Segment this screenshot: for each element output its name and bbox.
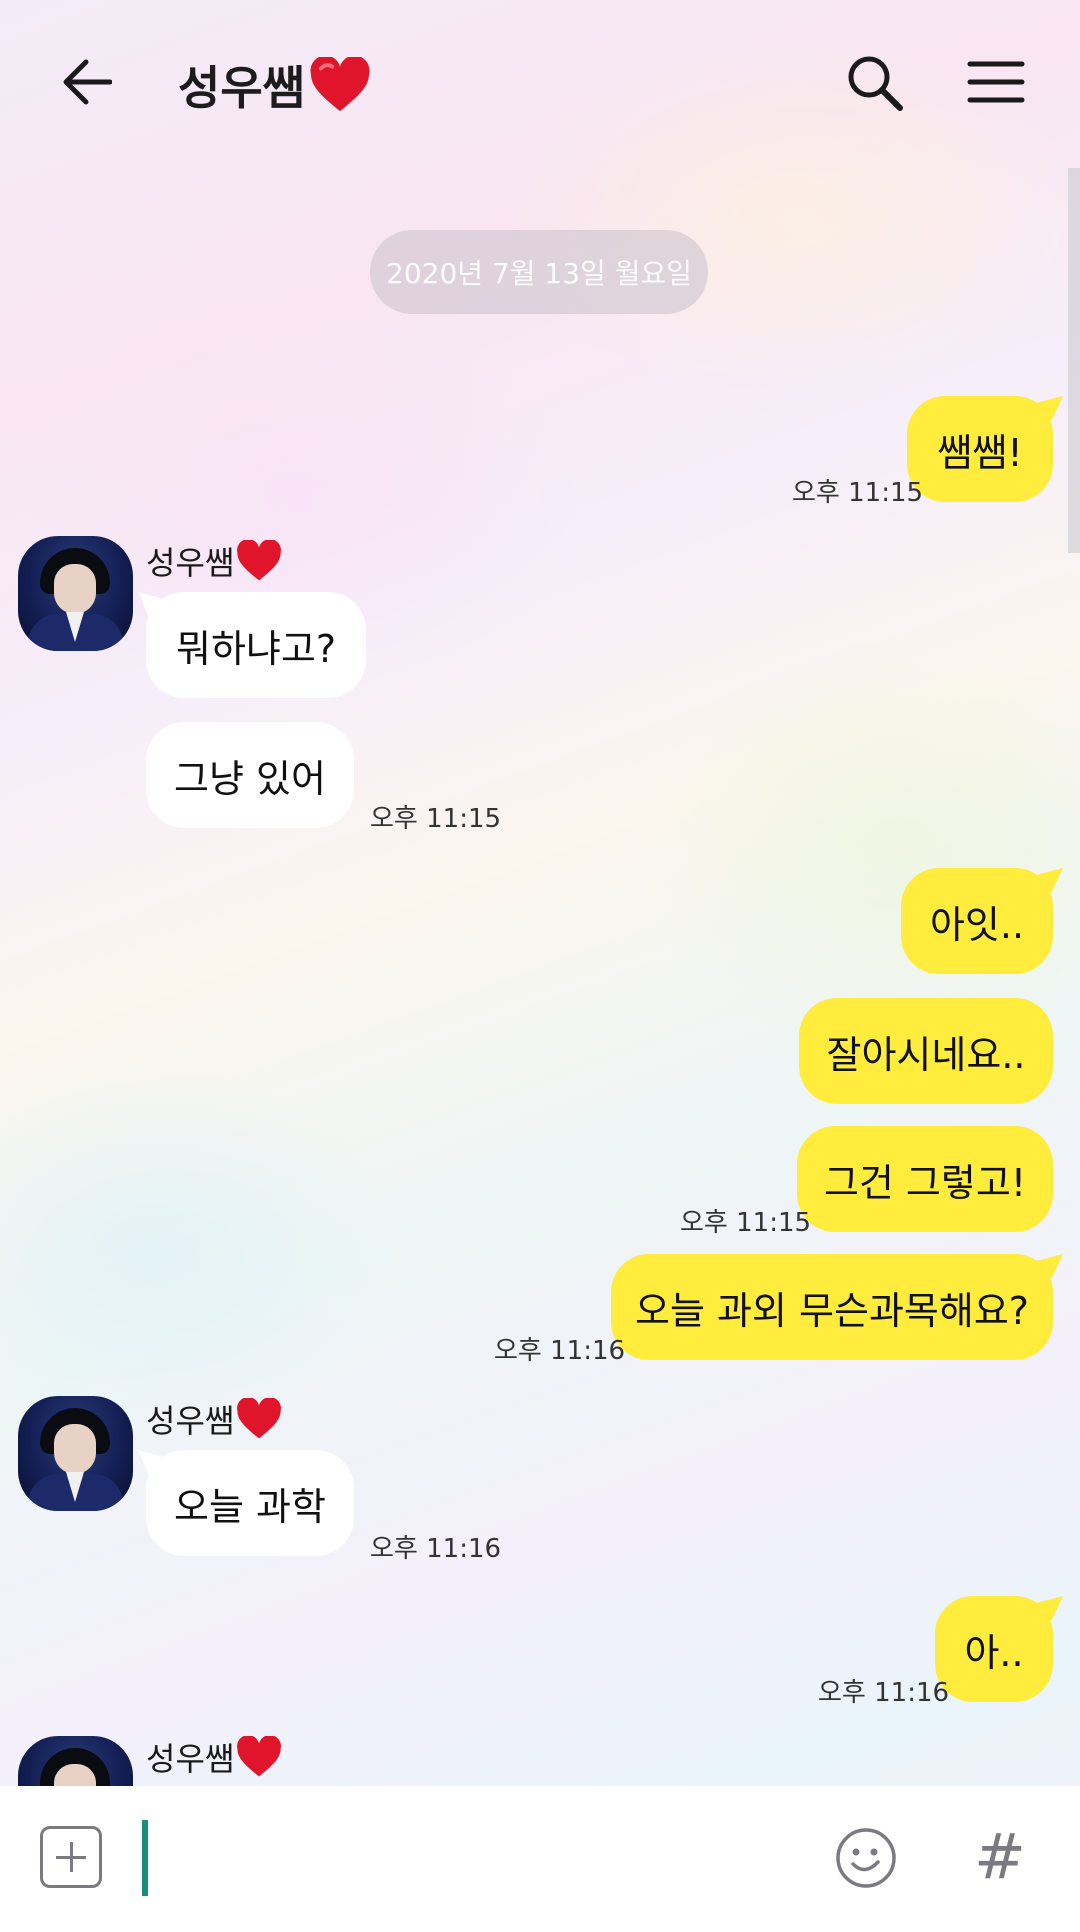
message-bubble-incoming[interactable]: 그냥 있어: [146, 722, 354, 828]
avatar[interactable]: [18, 1396, 133, 1511]
message-input[interactable]: [140, 1816, 794, 1898]
attach-plus-button[interactable]: [40, 1826, 102, 1888]
message-time: 오후 11:16: [370, 1534, 502, 1564]
message-bubble-outgoing[interactable]: 쌤쌤!: [907, 396, 1053, 502]
menu-button[interactable]: [966, 54, 1026, 110]
emoji-button[interactable]: [834, 1826, 898, 1890]
hamburger-menu-icon: [967, 61, 1025, 103]
heart-icon: [237, 1736, 282, 1777]
sender-name-text: 성우쌤: [146, 1740, 235, 1778]
message-bubble-outgoing[interactable]: 오늘 과외 무슨과목해요?: [611, 1254, 1053, 1360]
search-button[interactable]: [844, 52, 906, 114]
chat-header: 성우쌤: [0, 0, 1080, 170]
message-time: 오후 11:16: [818, 1678, 950, 1708]
message-time: 오후 11:16: [494, 1336, 626, 1366]
sender-name: 성우쌤: [146, 536, 282, 586]
heart-icon: [237, 540, 282, 581]
message-bubble-outgoing[interactable]: 그건 그렇고!: [797, 1126, 1053, 1232]
heart-icon: [310, 57, 370, 112]
sender-name: 성우쌤: [146, 1394, 282, 1444]
message-time: 오후 11:15: [792, 478, 924, 508]
sender-name: 성우쌤: [146, 1732, 282, 1782]
arrow-left-icon: [63, 59, 112, 105]
message-bubble-incoming[interactable]: 오늘 과학: [146, 1450, 354, 1556]
sender-name-text: 성우쌤: [146, 544, 235, 582]
hashtag-icon: #: [974, 1819, 1026, 1893]
message-bubble-outgoing[interactable]: 아..: [935, 1596, 1053, 1702]
message-bubble-outgoing[interactable]: 잘아시네요..: [799, 998, 1053, 1104]
date-divider: 2020년 7월 13일 월요일: [370, 230, 708, 314]
message-bubble-incoming[interactable]: 뭐하냐고?: [146, 592, 366, 698]
message-time: 오후 11:15: [370, 804, 502, 834]
avatar[interactable]: [18, 536, 133, 651]
chat-title: 성우쌤: [178, 50, 371, 120]
message-bubble-outgoing[interactable]: 아잇..: [901, 868, 1053, 974]
search-icon: [848, 56, 903, 111]
chat-title-text: 성우쌤: [178, 61, 305, 115]
smiley-icon: [836, 1828, 896, 1888]
sender-name-text: 성우쌤: [146, 1402, 235, 1440]
chat-scrollbar[interactable]: [1068, 168, 1080, 553]
heart-icon: [237, 1398, 282, 1439]
back-button[interactable]: [54, 50, 118, 114]
hashtag-button[interactable]: #: [974, 1819, 1026, 1893]
message-time: 오후 11:15: [680, 1208, 812, 1238]
text-caret: [142, 1820, 148, 1896]
message-composer: #: [0, 1786, 1080, 1932]
